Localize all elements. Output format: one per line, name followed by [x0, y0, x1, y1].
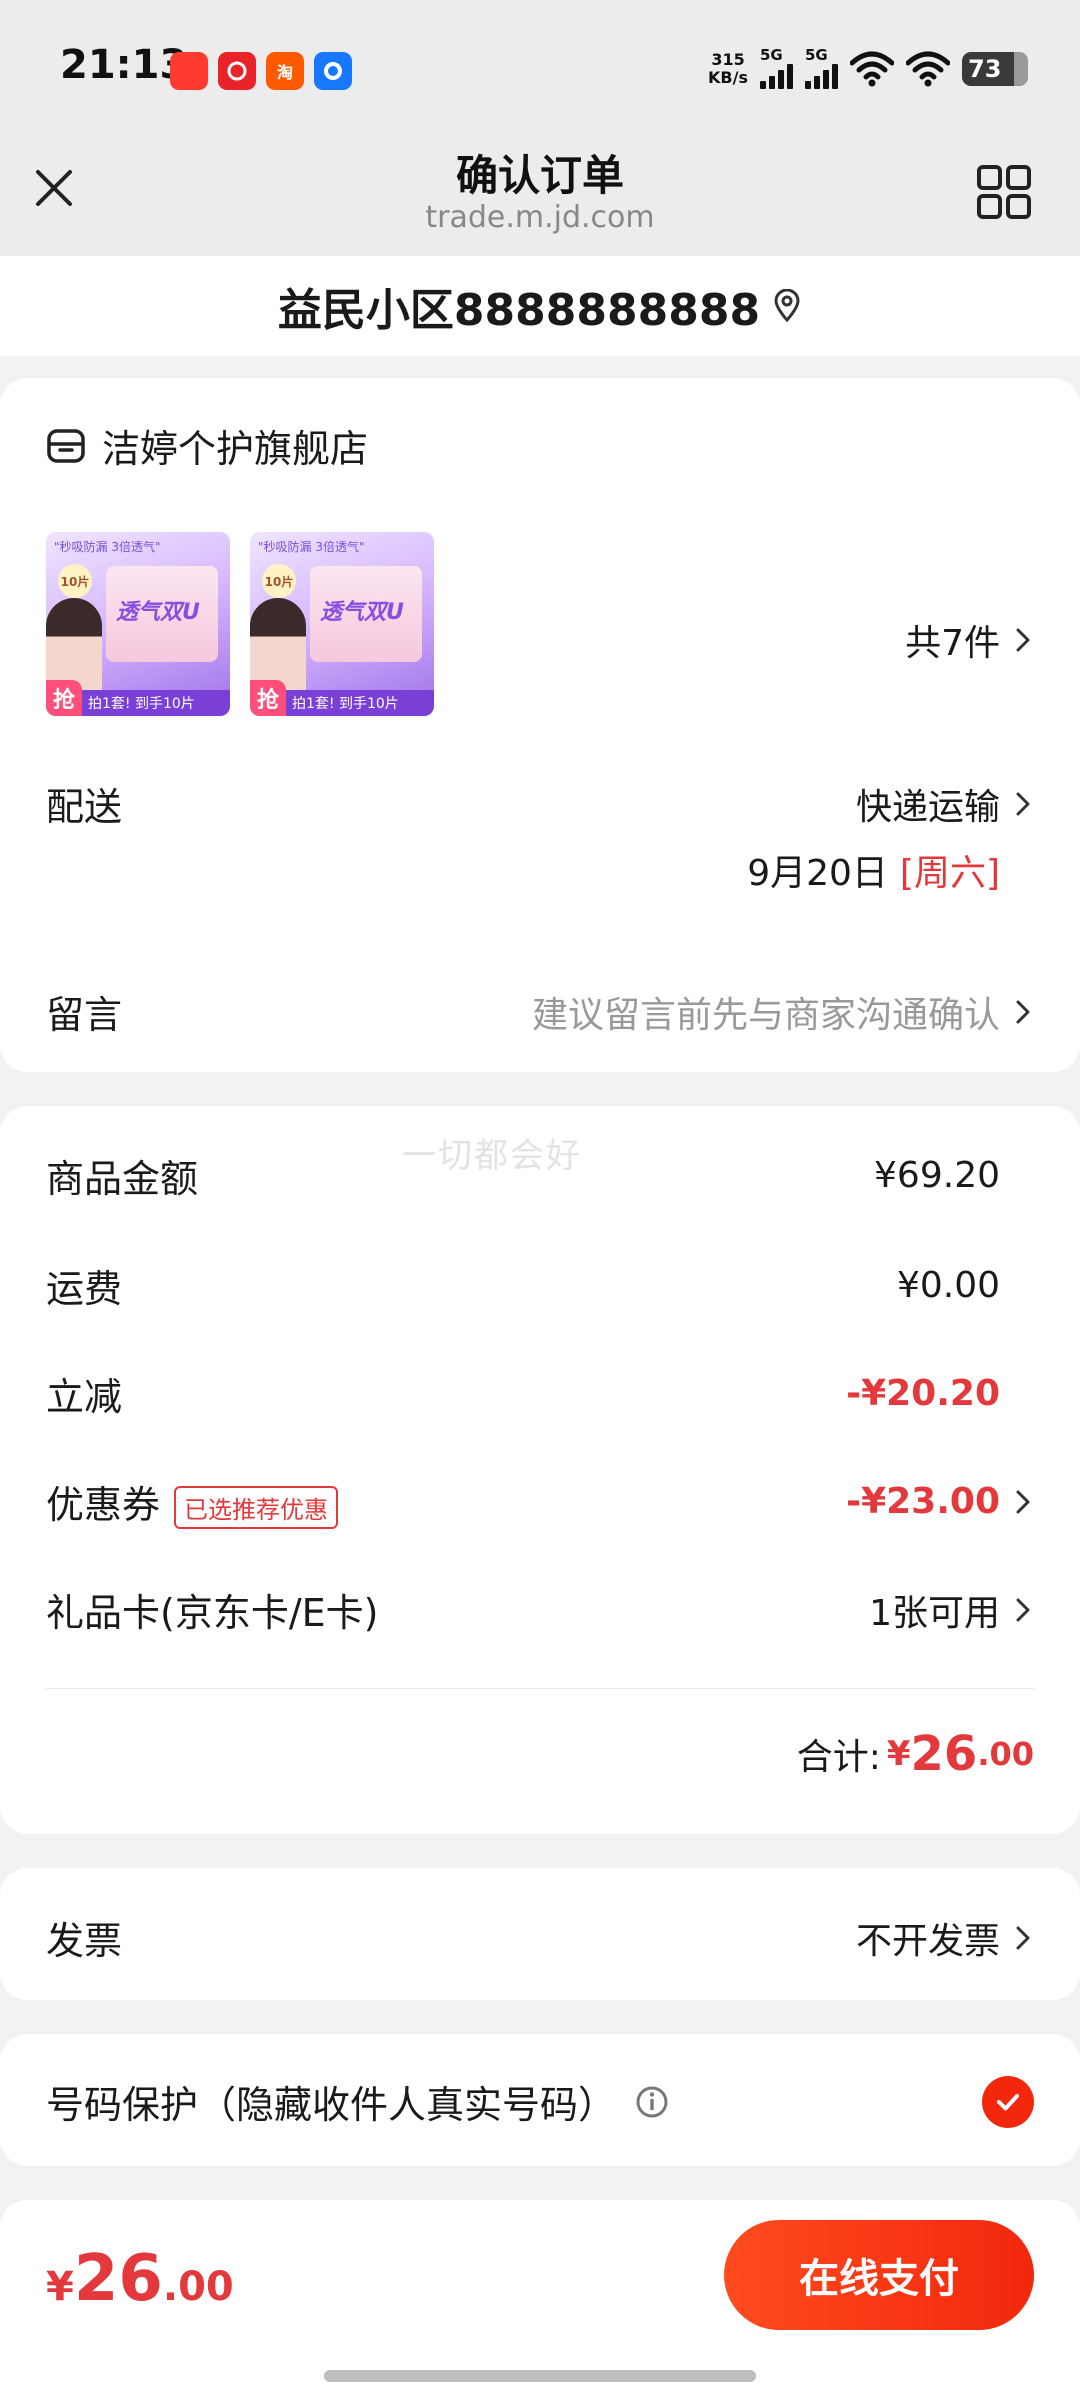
address-bar[interactable]: 益民小区8888888888 — [0, 256, 1080, 356]
message-label: 留言 — [46, 993, 123, 1037]
instant-discount-row: 立减 -¥20.20 — [46, 1373, 1000, 1419]
total-row: 合计: ¥ 26 .00 — [46, 1726, 1034, 1782]
goods-amount: ¥69.20 — [874, 1155, 1000, 1196]
store-icon — [47, 428, 85, 463]
privacy-card: 号码保护（隐藏收件人真实号码） — [0, 2034, 1080, 2166]
invoice-value: 不开发票 — [855, 1920, 1000, 1962]
home-indicator[interactable] — [324, 2370, 756, 2382]
signal-bars-icon — [805, 63, 838, 89]
store-header[interactable]: 洁婷个护旗舰店 — [46, 418, 368, 473]
privacy-label: 号码保护（隐藏收件人真实号码） — [46, 2083, 617, 2127]
delivery-method: 快递运输 — [856, 778, 1034, 830]
status-indicators: 315 KB/s 5G 5G 73 — [708, 48, 1028, 89]
checkmark-icon — [997, 2093, 1019, 2110]
net-speed: 315 KB/s — [708, 49, 748, 87]
store-card: 洁婷个护旗舰店 "秒吸防漏 3倍透气" 10片 透气双U 抢 拍1套! 到手10… — [0, 378, 1080, 1072]
wifi-icon-2 — [906, 51, 950, 86]
signal-bars-icon — [760, 63, 793, 89]
product-pack-image: 透气双U — [106, 566, 218, 662]
chevron-right-icon — [1012, 790, 1034, 818]
status-bar: 21:13 淘 315 KB/s 5G 5G 73 — [0, 0, 1080, 140]
gift-card-value: 1张可用 — [869, 1592, 1000, 1634]
delivery-date: 9月20日 [周六] — [747, 844, 1000, 896]
message-row[interactable]: 留言 建议留言前先与商家沟通确认 — [46, 984, 1034, 1039]
chevron-right-icon — [1012, 1488, 1034, 1516]
product-pack-image: 透气双U — [310, 566, 422, 662]
wifi-icon — [850, 51, 894, 86]
checkout-total: ¥ 26 .00 — [46, 2242, 234, 2316]
signal-5g-2: 5G — [805, 48, 838, 89]
checkout-bar: ¥ 26 .00 在线支付 — [0, 2200, 1080, 2400]
page-title: 确认订单 — [455, 151, 624, 200]
address-text: 益民小区8888888888 — [277, 285, 761, 336]
delivery-label: 配送 — [46, 785, 123, 829]
message-input[interactable]: 建议留言前先与商家沟通确认 — [532, 986, 1034, 1038]
app-icon-1 — [170, 52, 208, 90]
chevron-right-icon — [1012, 1596, 1034, 1624]
store-name: 洁婷个护旗舰店 — [102, 427, 369, 471]
total-amount: 合计: ¥ 26 .00 — [796, 1726, 1034, 1782]
price-summary-card: 商品金额 ¥69.20 运费 ¥0.00 立减 -¥20.20 优惠券 已选推荐优… — [0, 1106, 1080, 1834]
signal-5g-1: 5G — [760, 48, 793, 89]
chevron-right-icon — [1012, 626, 1034, 654]
shipping-fee: ¥0.00 — [896, 1265, 1000, 1306]
delivery-date-row: 9月20日 [周六] — [46, 844, 1000, 896]
item-count: 共7件 — [905, 614, 1034, 666]
gift-card-row[interactable]: 礼品卡(京东卡/E卡) 1张可用 — [46, 1582, 1034, 1637]
coupon-tag: 已选推荐优惠 — [174, 1486, 339, 1529]
taobao-icon: 淘 — [266, 52, 304, 90]
location-pin-icon — [774, 289, 800, 323]
page-header: 确认订单 trade.m.jd.com — [0, 140, 1080, 256]
chevron-right-icon — [1012, 998, 1034, 1026]
privacy-row: 号码保护（隐藏收件人真实号码） — [46, 2074, 1034, 2129]
delivery-row[interactable]: 配送 快递运输 — [46, 776, 1034, 831]
page-url: trade.m.jd.com — [425, 200, 655, 235]
chevron-right-icon — [1012, 1924, 1034, 1952]
invoice-card[interactable]: 发票 不开发票 — [0, 1868, 1080, 2000]
product-thumbnails[interactable]: "秒吸防漏 3倍透气" 10片 透气双U 抢 拍1套! 到手10片 "秒吸防漏 … — [46, 532, 434, 716]
alipay-icon — [314, 52, 352, 90]
info-icon[interactable] — [634, 2084, 670, 2120]
item-count-row[interactable]: 共7件 — [905, 614, 1034, 666]
battery-icon: 73 — [962, 51, 1028, 86]
status-app-icons: 淘 — [170, 52, 352, 90]
privacy-checkbox[interactable] — [982, 2075, 1034, 2128]
delivery-weekday: [周六] — [899, 853, 1000, 894]
divider — [46, 1688, 1034, 1689]
status-time: 21:13 — [60, 42, 188, 88]
grid-icon[interactable] — [976, 164, 1032, 220]
netease-music-icon — [218, 52, 256, 90]
pay-online-button[interactable]: 在线支付 — [724, 2220, 1034, 2330]
coupon-row[interactable]: 优惠券 已选推荐优惠 -¥23.00 — [46, 1474, 1034, 1529]
product-thumbnail[interactable]: "秒吸防漏 3倍透气" 10片 透气双U 抢 拍1套! 到手10片 — [46, 532, 230, 716]
invoice-row[interactable]: 发票 不开发票 — [46, 1910, 1034, 1965]
shipping-row: 运费 ¥0.00 — [46, 1265, 1000, 1311]
instant-discount: -¥20.20 — [846, 1373, 1000, 1414]
product-thumbnail[interactable]: "秒吸防漏 3倍透气" 10片 透气双U 抢 拍1套! 到手10片 — [250, 532, 434, 716]
watermark-text: 一切都会好 — [402, 1136, 582, 1176]
coupon-value: -¥23.00 — [846, 1481, 1000, 1522]
